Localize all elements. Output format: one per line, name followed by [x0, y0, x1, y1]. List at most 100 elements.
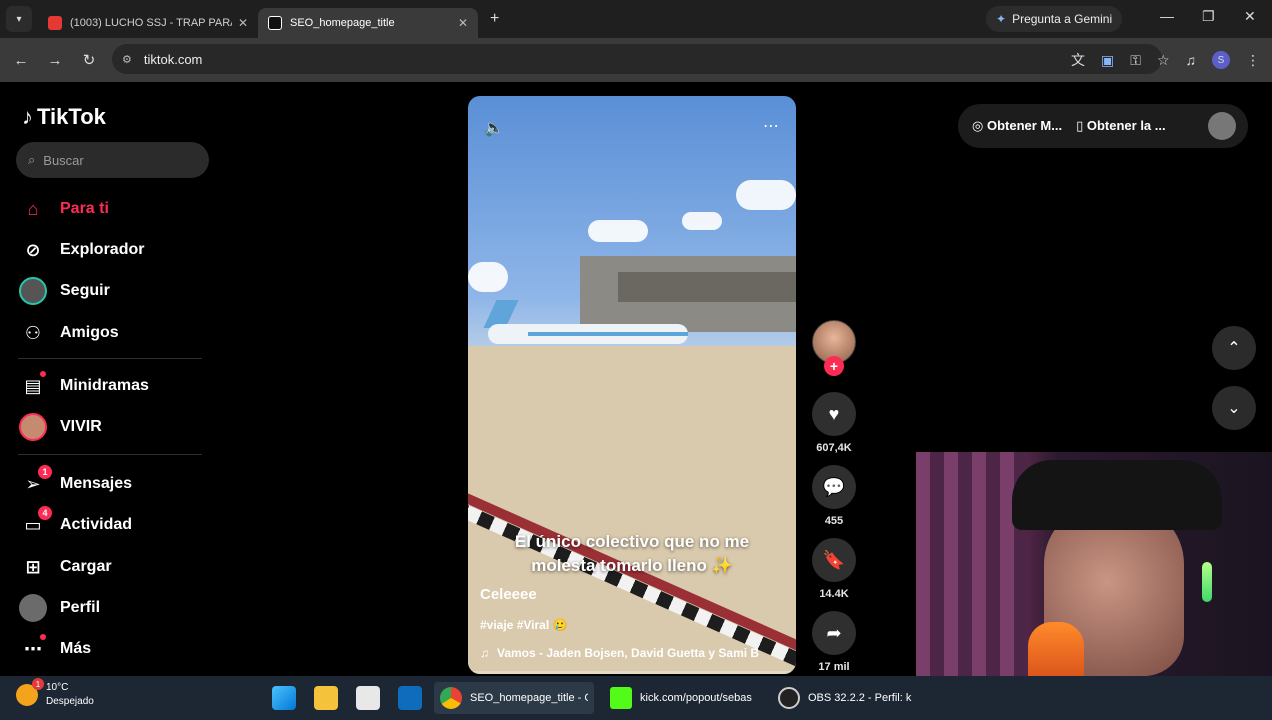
gemini-label: Pregunta a Gemini — [1012, 12, 1113, 26]
following-avatar-icon — [18, 276, 48, 306]
youtube-icon — [48, 16, 62, 30]
next-video-button[interactable]: ⌄ — [1212, 386, 1256, 430]
password-key-icon[interactable]: ⚿ — [1130, 52, 1141, 69]
browser-menu-icon[interactable]: ⋮ — [1246, 52, 1260, 69]
more-icon: ⋯ — [18, 634, 48, 664]
previous-video-button[interactable]: ⌃ — [1212, 326, 1256, 370]
streamer-webcam — [916, 452, 1272, 676]
sidebar-item-minidramas[interactable]: ▤ Minidramas — [18, 371, 149, 401]
new-tab-icon[interactable]: + — [490, 10, 499, 28]
minidramas-icon: ▤ — [18, 371, 48, 401]
weather-sun-icon: 1 — [16, 678, 44, 706]
maximize-icon[interactable]: ❐ — [1202, 8, 1215, 25]
minimize-icon[interactable]: — — [1160, 8, 1174, 24]
sidebar-item-amigos[interactable]: ⚇ Amigos — [18, 318, 119, 348]
forward-icon[interactable]: → — [38, 52, 72, 69]
save-button[interactable]: 🔖 14.4K — [812, 538, 856, 600]
close-tab-icon[interactable]: ✕ — [238, 16, 248, 30]
video-music[interactable]: ♫ Vamos - Jaden Bojsen, David Guetta y S… — [480, 646, 759, 660]
video-hashtags[interactable]: #viaje #Viral 🥲 — [480, 618, 567, 632]
messages-icon: ➢ 1 — [18, 465, 52, 499]
taskbar-app-label: OBS 32.2.2 - Perfil: kic — [808, 692, 912, 704]
sidebar-item-seguir[interactable]: Seguir — [18, 276, 110, 306]
activity-icon: ▭ 4 — [18, 506, 52, 540]
close-window-icon[interactable]: ✕ — [1244, 8, 1256, 25]
tab-search-icon[interactable]: ▾ — [6, 6, 32, 32]
gemini-button[interactable]: ✦ Pregunta a Gemini — [986, 6, 1123, 32]
music-note-icon: ♫ — [480, 646, 489, 660]
get-coins-label: Obtener M... — [986, 118, 1063, 133]
user-avatar[interactable] — [1208, 112, 1236, 140]
kick-icon — [610, 687, 632, 709]
friends-icon: ⚇ — [24, 322, 42, 343]
browser-tab[interactable]: (1003) LUCHO SSJ - TRAP PARA ✕ — [38, 8, 258, 38]
get-coins-button[interactable]: ◎ Obtener M... — [972, 118, 1062, 134]
video-player[interactable]: 🔈 ⋯ El único colectivo que no me molesta… — [468, 96, 796, 674]
profile-avatar-icon — [18, 593, 48, 623]
sidebar-divider — [18, 358, 202, 359]
save-count: 14.4K — [819, 588, 849, 600]
sidebar-item-label: Cargar — [60, 558, 112, 575]
more-options-icon[interactable]: ⋯ — [763, 116, 780, 136]
airplane-stripe — [528, 332, 688, 336]
browser-tab-active[interactable]: SEO_homepage_title ✕ — [258, 8, 478, 38]
sidebar-item-explorador[interactable]: ⊘ Explorador — [18, 235, 144, 265]
address-bar[interactable]: ⚙ tiktok.com — [112, 44, 1162, 74]
close-tab-icon[interactable]: ✕ — [458, 16, 468, 30]
sidebar-item-label: Más — [60, 640, 92, 657]
search-placeholder: Buscar — [43, 152, 84, 168]
toolbar-actions: 文 ▣ ⚿ ☆ ♫ S ⋮ — [1071, 50, 1260, 70]
music-title: Vamos - Jaden Bojsen, David Guetta y Sam… — [497, 646, 760, 660]
upload-icon: ⊞ — [25, 556, 41, 577]
follow-plus-icon[interactable]: + — [824, 356, 844, 376]
sidebar-item-cargar[interactable]: ⊞ Cargar — [18, 552, 112, 582]
outlook-icon[interactable] — [398, 686, 422, 710]
translate-icon[interactable]: 文 — [1071, 50, 1085, 70]
sidebar-item-label: Seguir — [60, 282, 110, 299]
like-button[interactable]: ♥ 607,4K — [812, 392, 856, 454]
video-author[interactable]: Celeeee — [480, 586, 537, 603]
taskbar-app-chrome[interactable]: SEO_homepage_title - G — [434, 682, 594, 714]
comment-button[interactable]: 💬 455 — [812, 465, 856, 527]
windows-start-icon[interactable] — [272, 686, 296, 710]
tab-title: (1003) LUCHO SSJ - TRAP PARA — [70, 17, 232, 29]
sidebar-item-label: VIVIR — [60, 418, 102, 435]
search-input[interactable]: ⌕ Buscar — [16, 142, 209, 178]
sidebar-item-para-ti[interactable]: ⌂ Para ti — [18, 194, 109, 224]
share-button[interactable]: ➦ 17 mil — [812, 611, 856, 673]
site-info-icon[interactable]: ⚙ — [122, 53, 132, 66]
back-icon[interactable]: ← — [4, 52, 38, 69]
browser-tab-strip: ▾ (1003) LUCHO SSJ - TRAP PARA ✕ SEO_hom… — [0, 0, 1272, 38]
reload-icon[interactable]: ↻ — [72, 51, 106, 69]
media-control-icon[interactable]: ♫ — [1186, 52, 1197, 68]
logo-text: TikTok — [37, 104, 106, 129]
sidebar-item-mensajes[interactable]: ➢ 1 Mensajes — [18, 465, 132, 499]
taskbar-app-kick[interactable]: kick.com/popout/sebas — [604, 682, 764, 714]
comment-count: 455 — [824, 515, 844, 527]
cloud-shape — [682, 212, 722, 230]
sidebar-item-vivir[interactable]: VIVIR — [18, 412, 102, 442]
url-text: tiktok.com — [143, 51, 203, 67]
caption-line: molesta tomarlo lleno ✨ — [531, 556, 733, 575]
bookmark-star-icon[interactable]: ☆ — [1157, 52, 1170, 69]
volume-icon[interactable]: 🔈 — [484, 118, 504, 138]
activity-badge: 4 — [38, 506, 52, 520]
home-icon: ⌂ — [27, 198, 39, 219]
sidebar-item-actividad[interactable]: ▭ 4 Actividad — [18, 506, 132, 540]
cast-icon[interactable]: ▣ — [1101, 52, 1114, 69]
get-app-label: Obtener la ... — [1086, 118, 1166, 133]
taskbar-app-obs[interactable]: OBS 32.2.2 - Perfil: kic — [772, 682, 918, 714]
video-progress-bar[interactable] — [468, 671, 796, 674]
cloud-shape — [588, 220, 648, 242]
microphone — [1028, 622, 1084, 676]
file-explorer-icon[interactable] — [314, 686, 338, 710]
weather-widget[interactable]: 1 10°C Despejado — [16, 678, 94, 709]
tiktok-logo[interactable]: ♪ TikTok — [22, 104, 106, 130]
sidebar-item-perfil[interactable]: Perfil — [18, 593, 100, 623]
like-count: 607,4K — [816, 442, 852, 454]
get-app-button[interactable]: ▯ Obtener la ... — [1076, 118, 1166, 134]
store-icon[interactable] — [356, 686, 380, 710]
messages-badge: 1 — [38, 465, 52, 479]
profile-avatar[interactable]: S — [1212, 51, 1230, 69]
sidebar-item-mas[interactable]: ⋯ Más — [18, 634, 91, 664]
